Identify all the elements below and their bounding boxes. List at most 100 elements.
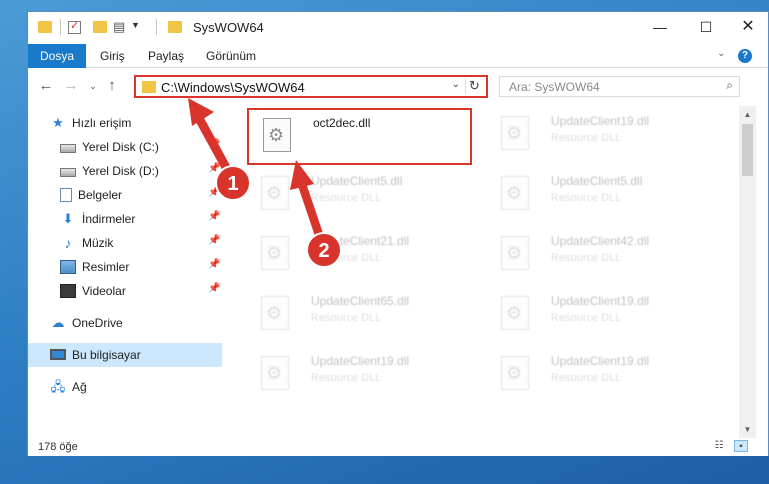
pin-icon[interactable]: 📌: [208, 163, 220, 174]
customize-toolbar-icon[interactable]: ▤: [113, 19, 125, 35]
list-item[interactable]: UpdateClient19.dll Resource DLL: [487, 288, 717, 340]
scroll-down-icon[interactable]: ▼: [739, 421, 756, 438]
help-icon[interactable]: ?: [738, 49, 752, 63]
scroll-up-icon[interactable]: ▲: [739, 106, 756, 123]
dll-file-icon: [263, 118, 291, 152]
file-name: UpdateClient42.dll: [551, 234, 650, 248]
title-bar: ▤ ▼ SysWOW64 — ☐ ✕: [28, 12, 768, 44]
dll-file-icon: [501, 116, 529, 150]
recent-locations-icon[interactable]: ⌄: [83, 76, 103, 96]
pin-icon[interactable]: 📌: [208, 259, 220, 270]
file-name: UpdateClient21.dll: [311, 234, 410, 248]
sidebar-item-local-disk-d[interactable]: Yerel Disk (D:): [60, 159, 159, 183]
details-view-icon[interactable]: ☷: [712, 440, 726, 452]
file-item-oct2dec[interactable]: oct2dec.dll: [247, 108, 472, 165]
address-path[interactable]: C:\Windows\SysWOW64: [161, 80, 305, 95]
tab-share[interactable]: Paylaş: [140, 44, 192, 68]
search-input[interactable]: Ara: SysWOW64 ⌕: [499, 76, 740, 97]
file-name: UpdateClient65.dll: [311, 294, 410, 308]
sidebar-item-label: Belgeler: [78, 188, 123, 202]
ribbon-tabs: Dosya Giriş Paylaş Görünüm ⌄ ?: [28, 44, 768, 68]
list-item[interactable]: UpdateClient19.dll Resource DLL: [487, 108, 717, 160]
star-icon: ★: [52, 114, 64, 130]
list-item[interactable]: UpdateClient19.dll Resource DLL: [487, 348, 717, 400]
file-description: Resource DLL: [311, 312, 382, 324]
toolbar-divider: [60, 19, 61, 35]
pin-icon[interactable]: 📌: [208, 235, 220, 246]
explorer-window: ▤ ▼ SysWOW64 — ☐ ✕ Dosya Giriş Paylaş Gö…: [27, 11, 769, 456]
sidebar-item-label: OneDrive: [72, 316, 123, 330]
dll-file-icon: [501, 176, 529, 210]
search-icon[interactable]: ⌕: [726, 78, 733, 93]
back-arrow-icon[interactable]: ←: [36, 76, 56, 96]
videos-icon: [60, 283, 76, 298]
file-description: Resource DLL: [551, 252, 622, 264]
sidebar-item-label: İndirmeler: [82, 212, 136, 226]
network-icon: 🖧: [50, 378, 66, 394]
sidebar-item-this-pc[interactable]: Bu bilgisayar: [28, 343, 222, 367]
file-description: Resource DLL: [311, 372, 382, 384]
file-name: UpdateClient5.dll: [551, 174, 643, 188]
dll-file-icon: [501, 356, 529, 390]
sidebar-item-network[interactable]: 🖧 Ağ: [50, 375, 87, 399]
chevron-down-icon[interactable]: ⌄: [452, 79, 460, 90]
properties-icon[interactable]: [68, 19, 81, 34]
up-arrow-icon[interactable]: ↑: [102, 76, 122, 96]
scroll-thumb[interactable]: [742, 124, 753, 176]
list-item[interactable]: UpdateClient5.dll Resource DLL: [487, 168, 717, 220]
downloads-icon: ⬇: [62, 210, 74, 226]
sidebar-item-local-disk-c[interactable]: Yerel Disk (C:): [60, 135, 222, 159]
tab-home[interactable]: Giriş: [92, 44, 133, 68]
dll-file-icon: [501, 296, 529, 330]
file-name: oct2dec.dll: [313, 116, 371, 130]
pin-icon[interactable]: 📌: [208, 283, 220, 294]
dll-file-icon: [261, 296, 289, 330]
pin-icon[interactable]: 📌: [208, 211, 220, 222]
minimize-icon[interactable]: —: [637, 12, 683, 44]
list-item[interactable]: UpdateClient42.dll Resource DLL: [487, 228, 717, 280]
file-description: Resource DLL: [551, 312, 622, 324]
cloud-icon: ☁: [51, 314, 65, 330]
pin-icon[interactable]: 📌: [208, 187, 220, 198]
sidebar-item-quick-access[interactable]: ★ Hızlı erişim: [50, 111, 131, 135]
maximize-icon[interactable]: ☐: [683, 12, 729, 44]
dll-file-icon: [261, 176, 289, 210]
dll-file-icon: [261, 236, 289, 270]
sidebar-item-label: Yerel Disk (D:): [82, 164, 159, 178]
sidebar-item-music[interactable]: ♪ Müzik: [60, 231, 114, 255]
vertical-scrollbar[interactable]: ▲ ▼: [739, 106, 756, 438]
sidebar-item-onedrive[interactable]: ☁ OneDrive: [50, 311, 123, 335]
sidebar-item-label: Resimler: [82, 260, 130, 274]
file-description: Resource DLL: [311, 252, 382, 264]
list-item[interactable]: UpdateClient21.dll Resource DLL: [247, 228, 477, 280]
tiles-view-icon[interactable]: ▪: [734, 440, 748, 452]
documents-icon: [60, 187, 72, 202]
sidebar-item-label: Müzik: [82, 236, 114, 250]
sidebar-item-label: Hızlı erişim: [72, 116, 132, 130]
dropdown-icon[interactable]: ▼: [131, 20, 140, 30]
list-item[interactable]: UpdateClient5.dll Resource DLL: [247, 168, 477, 220]
file-name: UpdateClient19.dll: [551, 114, 650, 128]
tab-file[interactable]: Dosya: [28, 44, 86, 68]
pc-icon: [50, 349, 66, 361]
folder-icon[interactable]: [38, 21, 52, 33]
forward-arrow-icon[interactable]: →: [61, 76, 81, 96]
sidebar-item-label: Videolar: [82, 284, 126, 298]
sidebar-item-documents[interactable]: Belgeler: [60, 183, 122, 207]
list-item[interactable]: UpdateClient19.dll Resource DLL: [247, 348, 477, 400]
new-folder-icon[interactable]: [93, 21, 107, 33]
close-icon[interactable]: ✕: [725, 12, 769, 44]
list-item[interactable]: UpdateClient65.dll Resource DLL: [247, 288, 477, 340]
sidebar-item-pictures[interactable]: Resimler: [60, 255, 129, 279]
dll-file-icon: [261, 356, 289, 390]
sidebar-item-downloads[interactable]: ⬇ İndirmeler: [60, 207, 136, 231]
music-icon: ♪: [64, 234, 72, 251]
sidebar-item-videos[interactable]: Videolar: [60, 279, 126, 303]
expand-ribbon-icon[interactable]: ⌄: [717, 48, 725, 59]
search-placeholder: Ara: SysWOW64: [509, 80, 600, 94]
refresh-icon[interactable]: ↻: [465, 78, 483, 94]
address-bar[interactable]: C:\Windows\SysWOW64 ⌄ ↻: [134, 75, 488, 98]
status-bar: 178 öğe ☷ ▪: [28, 438, 768, 456]
tab-view[interactable]: Görünüm: [198, 44, 264, 68]
pin-icon[interactable]: 📌: [208, 139, 220, 150]
